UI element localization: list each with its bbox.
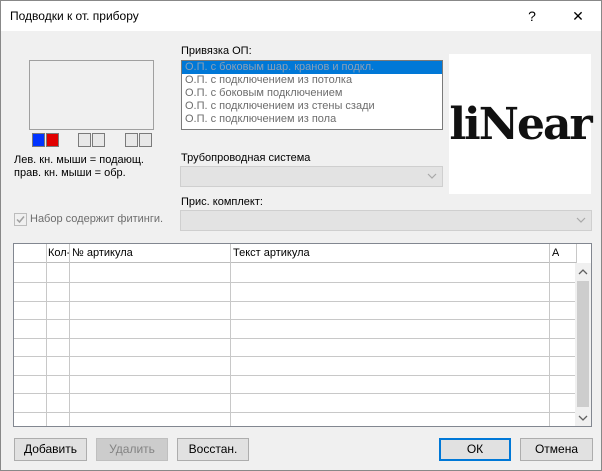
connector-swatch[interactable] <box>92 133 105 147</box>
list-item[interactable]: О.П. с подключением из пола <box>182 113 442 126</box>
column-divider <box>230 244 231 426</box>
table-header: Кол- № артикула Текст артикула A <box>14 244 577 263</box>
table-row[interactable] <box>14 301 577 302</box>
scrollbar-thumb[interactable] <box>577 281 589 407</box>
list-item[interactable]: О.П. с боковым подключением <box>182 87 442 100</box>
connector-swatch[interactable] <box>139 133 152 147</box>
table-row[interactable] <box>14 319 577 320</box>
table-row[interactable] <box>14 412 577 413</box>
binding-label: Привязка ОП: <box>181 45 252 57</box>
restore-button[interactable]: Восстан. <box>177 438 249 461</box>
return-color-swatch[interactable] <box>46 133 59 147</box>
cancel-button[interactable]: Отмена <box>520 438 593 461</box>
pipe-system-select[interactable] <box>180 166 443 187</box>
accessory-select[interactable] <box>180 210 592 231</box>
mouse-hint-right: прав. кн. мыши = обр. <box>14 167 126 179</box>
delete-button[interactable]: Удалить <box>96 438 168 461</box>
list-item[interactable]: О.П. с подключением из потолка <box>182 74 442 87</box>
supply-color-swatch[interactable] <box>32 133 45 147</box>
connector-swatch[interactable] <box>78 133 91 147</box>
fittings-checkbox[interactable] <box>14 213 27 226</box>
article-table[interactable]: Кол- № артикула Текст артикула A <box>13 243 592 427</box>
list-item[interactable]: О.П. с подключением из стены сзади <box>182 100 442 113</box>
table-row[interactable] <box>14 338 577 339</box>
close-button[interactable]: ✕ <box>555 1 601 31</box>
connector-swatch[interactable] <box>125 133 138 147</box>
add-button[interactable]: Добавить <box>14 438 87 461</box>
column-divider <box>549 244 550 426</box>
table-row[interactable] <box>14 282 577 283</box>
ok-button[interactable]: ОК <box>439 438 511 461</box>
column-divider <box>46 244 47 426</box>
accessory-label: Прис. комплект: <box>181 196 263 208</box>
column-header-qty[interactable]: Кол- <box>48 247 70 259</box>
connection-preview[interactable] <box>29 60 154 130</box>
dialog-window: Подводки к от. прибору ? ✕ Лев. кн. мыши… <box>0 0 602 471</box>
binding-listbox[interactable]: О.П. с боковым шар. кранов и подкл. О.П.… <box>181 60 443 130</box>
mouse-hint-left: Лев. кн. мыши = подающ. <box>14 154 144 166</box>
pipe-system-label: Трубопроводная система <box>181 152 311 164</box>
scroll-up-icon[interactable] <box>575 264 591 280</box>
chevron-down-icon <box>576 217 586 223</box>
table-row[interactable] <box>14 393 577 394</box>
checkmark-icon <box>16 216 25 224</box>
column-header-article-no[interactable]: № артикула <box>72 247 133 259</box>
window-title: Подводки к от. прибору <box>10 9 139 23</box>
scroll-down-icon[interactable] <box>575 410 591 426</box>
help-button[interactable]: ? <box>509 1 555 31</box>
title-bar: Подводки к от. прибору ? ✕ <box>1 1 601 31</box>
table-row[interactable] <box>14 375 577 376</box>
brand-logo: liNear <box>449 54 593 194</box>
list-item[interactable]: О.П. с боковым шар. кранов и подкл. <box>182 61 442 74</box>
fittings-checkbox-label: Набор содержит фитинги. <box>30 213 164 225</box>
help-icon: ? <box>528 8 536 24</box>
logo-text: liNear <box>449 98 592 150</box>
column-header-a[interactable]: A <box>552 247 559 259</box>
close-icon: ✕ <box>572 7 584 24</box>
column-header-article-text[interactable]: Текст артикула <box>233 247 310 259</box>
table-row[interactable] <box>14 356 577 357</box>
chevron-down-icon <box>427 173 437 179</box>
table-vertical-scrollbar[interactable] <box>575 263 591 426</box>
column-divider <box>69 244 70 426</box>
